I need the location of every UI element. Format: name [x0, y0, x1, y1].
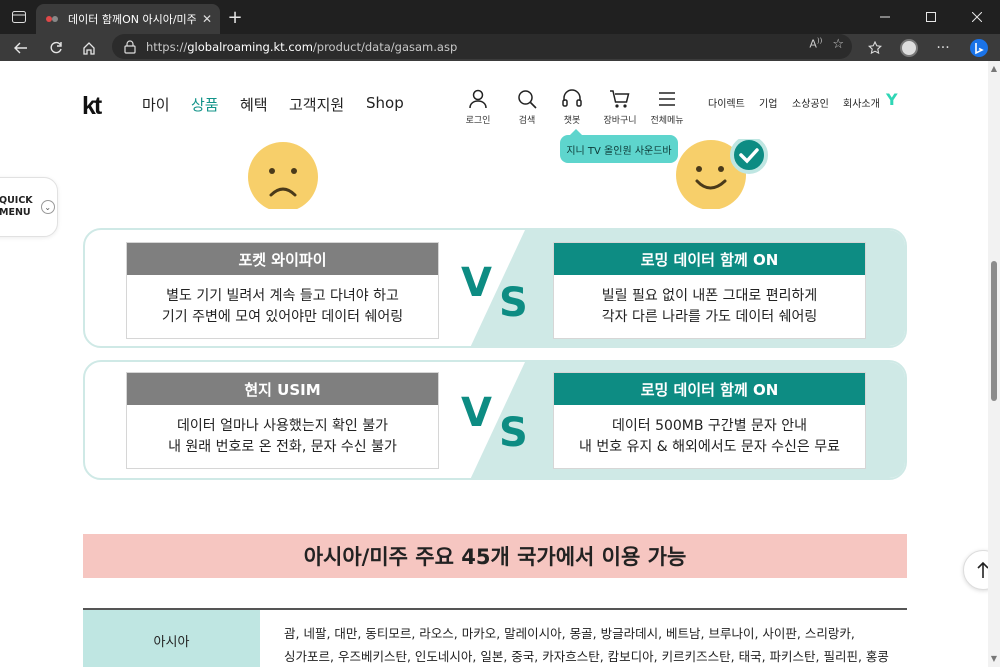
- chatbot-label: 챗봇: [563, 116, 581, 126]
- scroll-up-arrow-icon[interactable]: ▲: [990, 65, 998, 73]
- card-title: 로밍 데이터 함께 ON: [554, 373, 865, 405]
- maximize-icon[interactable]: [908, 0, 954, 34]
- vs-letter-v: V: [461, 260, 492, 306]
- more-options-icon[interactable]: ···: [930, 36, 956, 60]
- search-icon: [518, 90, 537, 109]
- tab-actions-icon[interactable]: [8, 7, 30, 27]
- address-bar[interactable]: https://globalroaming.kt.com/product/dat…: [112, 34, 852, 59]
- card-title: 현지 USIM: [127, 373, 438, 405]
- tab-title: 데이터 함께ON 아시아/미주 | KT: [68, 13, 196, 26]
- arrow-up-icon: [977, 561, 988, 578]
- scroll-to-top-button[interactable]: [963, 550, 988, 590]
- toplink-small-business[interactable]: 소상공인: [792, 95, 829, 110]
- card-line: 데이터 얼마나 사용했는지 확인 불가: [177, 418, 388, 434]
- webpage: kt 마이 상품 혜택 고객지원 Shop 로그인 검색 챗봇 장바구니 전체메…: [0, 61, 988, 667]
- search-button[interactable]: 검색: [502, 89, 552, 126]
- read-aloud-icon[interactable]: A)): [809, 37, 822, 52]
- login-button[interactable]: 로그인: [453, 89, 503, 126]
- compare-panel-2: 현지 USIM 데이터 얼마나 사용했는지 확인 불가 내 원래 번호로 온 전…: [83, 360, 907, 480]
- toplink-company[interactable]: 회사소개: [843, 95, 880, 110]
- chatbot-button[interactable]: 챗봇: [547, 89, 597, 126]
- all-menu-label: 전체메뉴: [650, 116, 684, 126]
- search-label: 검색: [518, 116, 536, 126]
- login-label: 로그인: [465, 116, 491, 126]
- card-line: 데이터 500MB 구간별 문자 안내: [611, 418, 807, 434]
- happy-face-with-check-icon: [676, 139, 768, 209]
- hamburger-icon: [659, 92, 675, 106]
- gnb-my[interactable]: 마이: [142, 94, 170, 115]
- new-tab-icon[interactable]: +: [224, 6, 246, 28]
- refresh-icon[interactable]: [43, 36, 69, 60]
- card-title: 로밍 데이터 함께 ON: [554, 243, 865, 275]
- card-line: 빌릴 필요 없이 내폰 그대로 편리하게: [601, 288, 818, 304]
- back-icon[interactable]: [8, 36, 34, 60]
- kt-logo[interactable]: kt: [82, 92, 102, 121]
- card-line: 별도 기기 빌려서 계속 들고 다녀야 하고: [166, 288, 399, 304]
- cart-label: 장바구니: [603, 116, 637, 126]
- kt-favicon-icon: [44, 11, 60, 27]
- card-line: 각자 다른 나라를 가도 데이터 쉐어링: [601, 309, 818, 325]
- toplink-direct[interactable]: 다이렉트: [708, 95, 745, 110]
- roaming-data-card: 로밍 데이터 함께 ON 데이터 500MB 구간별 문자 안내 내 번호 유지…: [553, 372, 866, 469]
- collections-icon[interactable]: [862, 36, 888, 60]
- compare-panel-1: 포켓 와이파이 별도 기기 빌려서 계속 들고 다녀야 하고 기기 주변에 모여…: [83, 228, 907, 348]
- y-brand-icon[interactable]: Y: [886, 90, 898, 109]
- vs-letter-s: S: [499, 280, 528, 326]
- card-line: 기기 주변에 모여 있어야만 데이터 쉐어링: [161, 309, 404, 325]
- user-icon: [469, 89, 487, 109]
- all-menu-button[interactable]: 전체메뉴: [642, 89, 692, 126]
- toplink-enterprise[interactable]: 기업: [759, 95, 777, 110]
- countries-list: 괌, 네팔, 대만, 동티모르, 라오스, 마카오, 말레이시아, 몽골, 방글…: [284, 626, 889, 664]
- lock-icon[interactable]: [124, 39, 138, 54]
- browser-tabbar: 데이터 함께ON 아시아/미주 | KT ✕ +: [0, 0, 1000, 34]
- browser-tab-active[interactable]: 데이터 함께ON 아시아/미주 | KT ✕: [36, 4, 220, 34]
- browser-toolbar: https://globalroaming.kt.com/product/dat…: [0, 34, 1000, 61]
- gnb-shop[interactable]: Shop: [366, 94, 404, 112]
- favorite-star-icon[interactable]: ☆: [832, 37, 844, 52]
- quick-menu-label: QUICK MENU: [0, 195, 33, 218]
- cart-icon: [610, 90, 630, 108]
- cart-button[interactable]: 장바구니: [595, 89, 645, 126]
- close-window-icon[interactable]: [954, 0, 1000, 34]
- card-line: 내 원래 번호로 온 전화, 문자 수신 불가: [168, 439, 397, 455]
- quick-menu[interactable]: QUICK MENU ⌄: [0, 177, 58, 237]
- page-scrollbar[interactable]: ▲ ▼: [988, 61, 1000, 667]
- scrollbar-thumb[interactable]: [991, 261, 997, 401]
- promo-tooltip[interactable]: 지니 TV 올인원 사운드바: [560, 129, 678, 163]
- gnb-product[interactable]: 상품: [191, 94, 219, 115]
- vs-letter-s: S: [499, 410, 528, 456]
- headset-icon: [562, 89, 582, 107]
- local-usim-card: 현지 USIM 데이터 얼마나 사용했는지 확인 불가 내 원래 번호로 온 전…: [126, 372, 439, 469]
- profile-avatar[interactable]: [896, 36, 922, 60]
- gnb-support[interactable]: 고객지원: [289, 94, 344, 115]
- url-text: https://globalroaming.kt.com/product/dat…: [146, 39, 458, 54]
- gnb-benefit[interactable]: 혜택: [240, 94, 268, 115]
- home-icon[interactable]: [76, 36, 102, 60]
- tab-close-icon[interactable]: ✕: [202, 12, 212, 26]
- countries-banner: 아시아/미주 주요 45개 국가에서 이용 가능: [83, 534, 907, 578]
- region-header-asia: 아시아: [83, 610, 260, 667]
- sad-face-icon: [248, 142, 318, 209]
- pocket-wifi-card: 포켓 와이파이 별도 기기 빌려서 계속 들고 다녀야 하고 기기 주변에 모여…: [126, 242, 439, 339]
- minimize-icon[interactable]: [862, 0, 908, 34]
- card-title: 포켓 와이파이: [127, 243, 438, 275]
- scroll-down-arrow-icon[interactable]: ▼: [990, 655, 998, 663]
- bing-copilot-icon[interactable]: [966, 36, 992, 60]
- roaming-data-card: 로밍 데이터 함께 ON 빌릴 필요 없이 내폰 그대로 편리하게 각자 다른 …: [553, 242, 866, 339]
- card-line: 내 번호 유지 & 해외에서도 문자 수신은 무료: [578, 439, 841, 455]
- vs-letter-v: V: [461, 390, 492, 436]
- chevron-down-icon[interactable]: ⌄: [40, 200, 55, 214]
